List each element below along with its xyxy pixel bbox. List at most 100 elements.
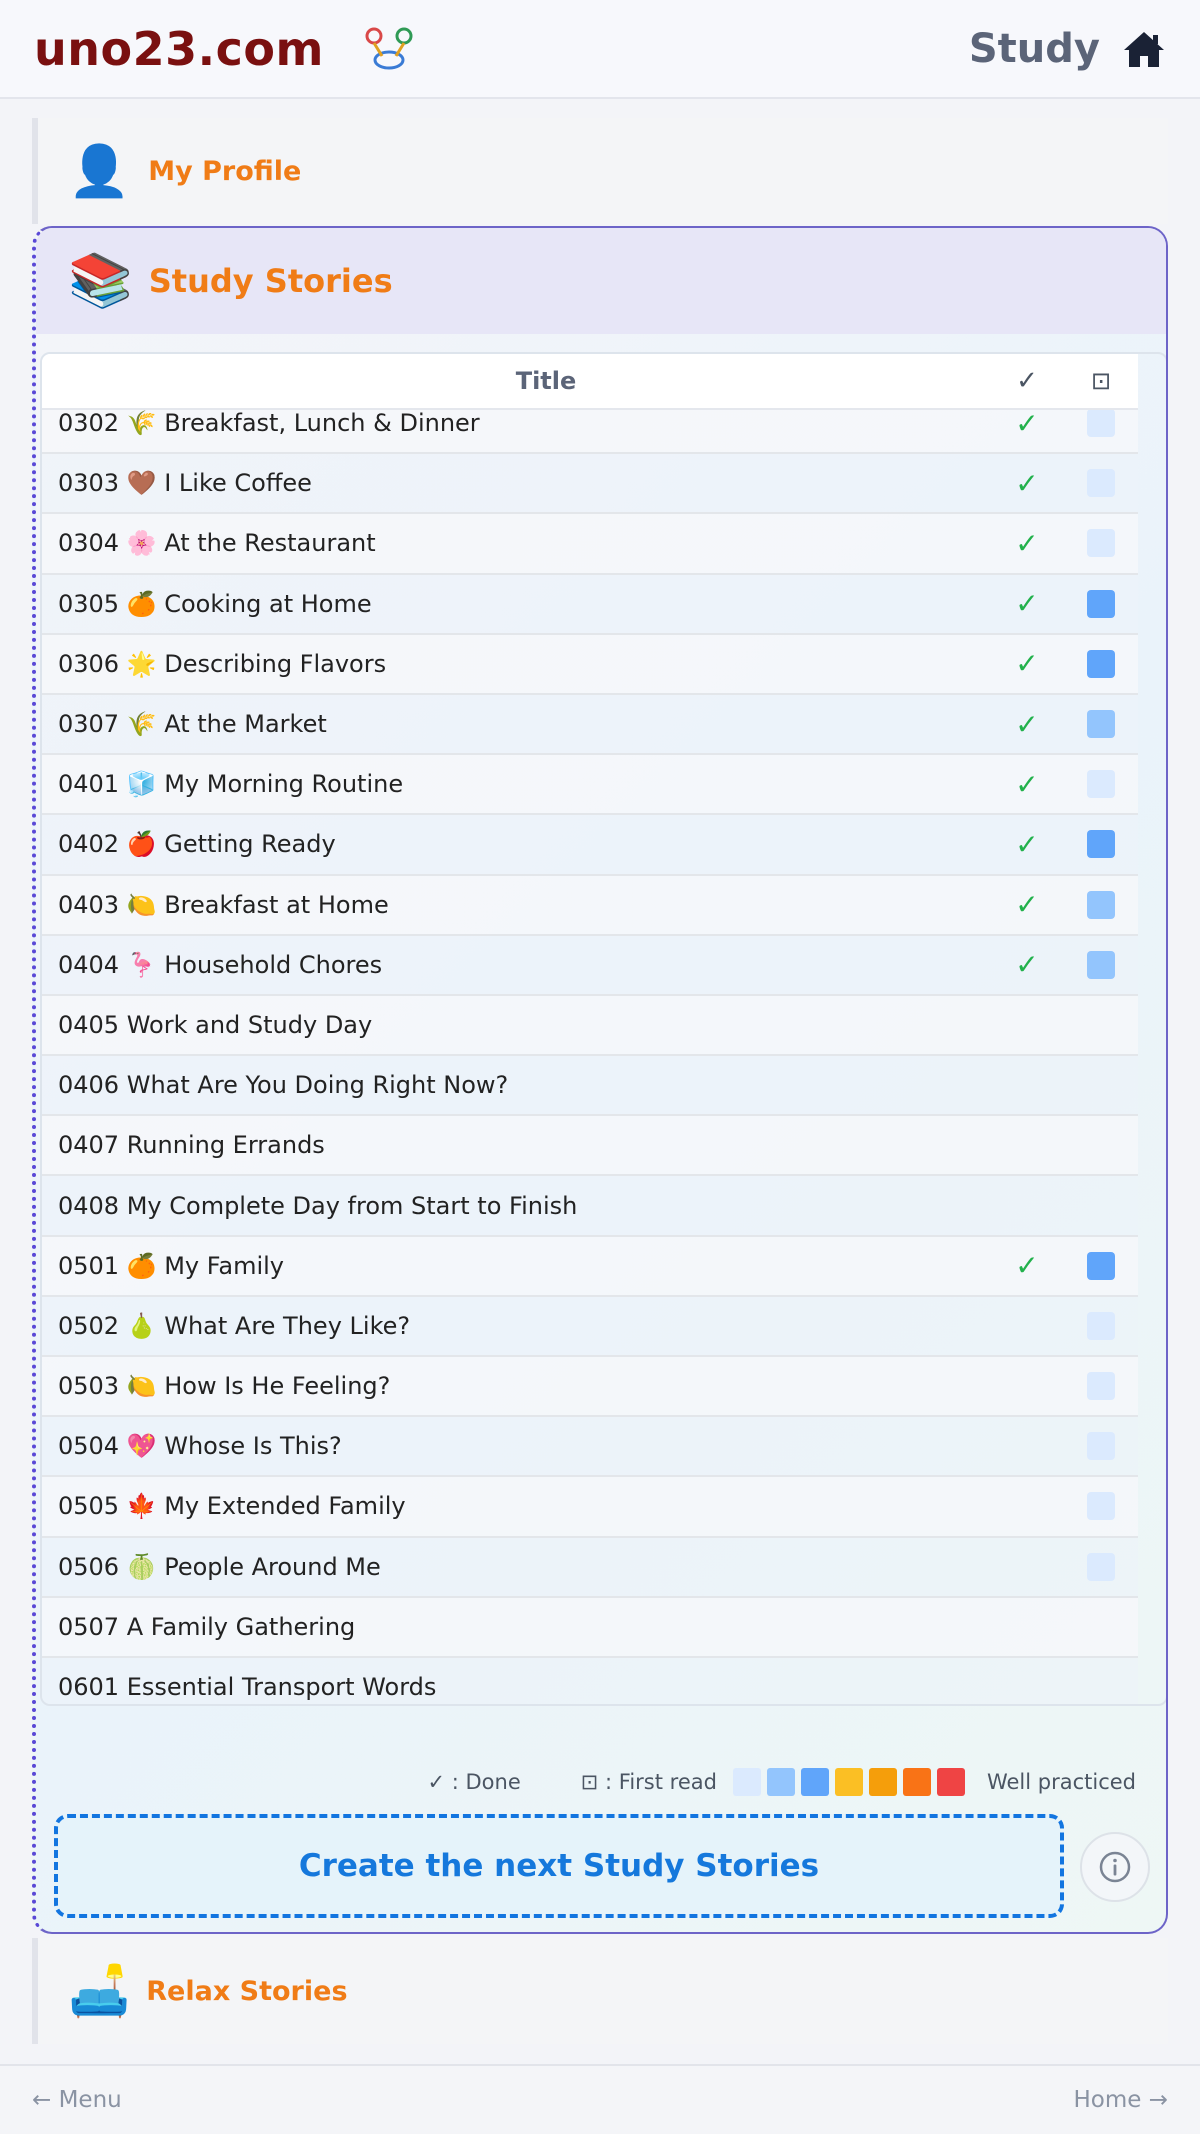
story-title[interactable]: 0405 Work and Study Day bbox=[42, 1011, 990, 1039]
table-row[interactable]: 0502 🍐 What Are They Like? bbox=[42, 1296, 1138, 1357]
first-read-cell bbox=[1064, 410, 1138, 438]
legend-swatch bbox=[732, 1768, 761, 1796]
story-title[interactable]: 0304 🌸 At the Restaurant bbox=[42, 529, 990, 557]
relax-stories-section[interactable]: 🛋️ Relax Stories bbox=[32, 1938, 1168, 2044]
table-row[interactable]: 0407 Running Errands bbox=[42, 1116, 1138, 1177]
home-link[interactable]: Home → bbox=[1073, 2087, 1168, 2113]
story-title[interactable]: 0305 🍊 Cooking at Home bbox=[42, 590, 990, 618]
story-title[interactable]: 0401 🧊 My Morning Routine bbox=[42, 770, 990, 798]
legend-swatch bbox=[766, 1768, 795, 1796]
first-read-cell bbox=[1064, 1311, 1138, 1340]
table-row[interactable]: 0306 🌟 Describing Flavors ✓ bbox=[42, 634, 1138, 695]
nav-title[interactable]: Study bbox=[969, 26, 1100, 72]
profile-section[interactable]: 👤 My Profile bbox=[32, 118, 1168, 224]
story-title[interactable]: 0307 🌾 At the Market bbox=[42, 710, 990, 738]
bottom-bar: ← Menu Home → bbox=[0, 2064, 1200, 2134]
table-body[interactable]: 0302 🌾 Breakfast, Lunch & Dinner ✓ 0303 🤎 … bbox=[42, 410, 1138, 1704]
practice-level-square bbox=[1087, 1492, 1115, 1521]
table-row[interactable]: 0305 🍊 Cooking at Home ✓ bbox=[42, 574, 1138, 635]
column-first-read: ⊡ bbox=[1090, 367, 1112, 395]
story-title[interactable]: 0507 A Family Gathering bbox=[42, 1613, 990, 1641]
first-read-cell bbox=[1064, 1251, 1138, 1280]
table-row[interactable]: 0405 Work and Study Day bbox=[42, 995, 1138, 1057]
table-row[interactable]: 0506 🍈 People Around Me bbox=[42, 1537, 1138, 1598]
table-row[interactable]: 0401 🧊 My Morning Routine ✓ bbox=[42, 755, 1138, 816]
table-row[interactable]: 0307 🌾 At the Market ✓ bbox=[42, 694, 1138, 756]
brand[interactable]: uno23.com bbox=[34, 22, 418, 76]
practice-level-square bbox=[1087, 1552, 1115, 1581]
story-title[interactable]: 0407 Running Errands bbox=[42, 1131, 990, 1159]
table-row[interactable]: 0503 🍋 How Is He Feeling? bbox=[42, 1357, 1138, 1418]
done-check: ✓ bbox=[1015, 647, 1039, 681]
practice-level-square bbox=[1087, 1311, 1115, 1340]
story-title[interactable]: 0404 🦩 Household Chores bbox=[42, 951, 990, 979]
done-check: ✓ bbox=[1015, 1249, 1039, 1283]
story-title[interactable]: 0306 🌟 Describing Flavors bbox=[42, 650, 990, 678]
practice-level-square bbox=[1087, 410, 1115, 438]
first-read-cell bbox=[1064, 890, 1138, 919]
info-icon bbox=[1099, 1851, 1131, 1883]
study-stories-label[interactable]: Study Stories bbox=[149, 262, 393, 300]
practice-level-square bbox=[1087, 1372, 1115, 1401]
legend-first-read: ⊡ : First read bbox=[580, 1770, 717, 1794]
table-header: Title ✓ ⊡ bbox=[42, 354, 1138, 410]
table-row[interactable]: 0501 🍊 My Family ✓ bbox=[42, 1236, 1138, 1297]
story-title[interactable]: 0302 🌾 Breakfast, Lunch & Dinner bbox=[42, 410, 990, 437]
study-stories-header[interactable]: 📚 Study Stories bbox=[36, 228, 1166, 334]
story-title[interactable]: 0505 🍁 My Extended Family bbox=[42, 1492, 990, 1520]
story-title[interactable]: 0601 Essential Transport Words bbox=[42, 1673, 990, 1701]
story-title[interactable]: 0408 My Complete Day from Start to Finis… bbox=[42, 1192, 990, 1220]
story-title[interactable]: 0501 🍊 My Family bbox=[42, 1252, 990, 1280]
table-row[interactable]: 0304 🌸 At the Restaurant ✓ bbox=[42, 514, 1138, 575]
table-rows: 0302 🌾 Breakfast, Lunch & Dinner ✓ 0303 🤎 … bbox=[42, 410, 1138, 1704]
sofa-icon: 🛋️ bbox=[68, 1962, 131, 2020]
relax-stories-label[interactable]: Relax Stories bbox=[146, 1976, 347, 2007]
table-row[interactable]: 0403 🍋 Breakfast at Home ✓ bbox=[42, 875, 1138, 936]
story-title[interactable]: 0303 🤎 I Like Coffee bbox=[42, 469, 990, 497]
nav-study-home[interactable]: Study bbox=[969, 26, 1166, 72]
story-title[interactable]: 0503 🍋 How Is He Feeling? bbox=[42, 1372, 990, 1400]
column-done: ✓ bbox=[1016, 366, 1038, 396]
done-check: ✓ bbox=[1015, 410, 1039, 440]
first-read-cell bbox=[1064, 770, 1138, 799]
done-check: ✓ bbox=[1015, 767, 1039, 801]
story-title[interactable]: 0402 🍎 Getting Ready bbox=[42, 830, 990, 858]
home-icon[interactable] bbox=[1122, 29, 1166, 69]
practice-level-square bbox=[1087, 529, 1115, 558]
table-row[interactable]: 0406 What Are You Doing Right Now? bbox=[42, 1056, 1138, 1117]
brand-name[interactable]: uno23.com bbox=[34, 22, 324, 76]
column-title: Title bbox=[515, 367, 577, 395]
profile-icon: 👤 bbox=[68, 142, 131, 200]
table-row[interactable]: 0303 🤎 I Like Coffee ✓ bbox=[42, 454, 1138, 515]
story-title[interactable]: 0502 🍐 What Are They Like? bbox=[42, 1312, 990, 1340]
create-next-study-stories-button[interactable]: Create the next Study Stories bbox=[54, 1814, 1064, 1918]
story-title[interactable]: 0406 What Are You Doing Right Now? bbox=[42, 1071, 990, 1099]
legend-swatch bbox=[868, 1768, 897, 1796]
table-row[interactable]: 0404 🦩 Household Chores ✓ bbox=[42, 935, 1138, 996]
table-row[interactable]: 0302 🌾 Breakfast, Lunch & Dinner ✓ bbox=[42, 410, 1138, 455]
table-row[interactable]: 0507 A Family Gathering bbox=[42, 1597, 1138, 1658]
story-title[interactable]: 0506 🍈 People Around Me bbox=[42, 1553, 990, 1581]
table-row[interactable]: 0504 💖 Whose Is This? bbox=[42, 1417, 1138, 1478]
top-bar: uno23.com Study bbox=[0, 0, 1200, 99]
first-read-cell bbox=[1064, 830, 1138, 859]
done-check: ✓ bbox=[1015, 888, 1039, 922]
practice-level-square bbox=[1087, 710, 1115, 739]
table-row[interactable]: 0601 Essential Transport Words bbox=[42, 1657, 1138, 1704]
practice-level-square bbox=[1087, 830, 1115, 859]
first-read-cell bbox=[1064, 649, 1138, 678]
brand-logo-icon bbox=[365, 27, 413, 69]
stories-table[interactable]: Title ✓ ⊡ 0302 🌾 Breakfast, Lunch & Dinn… bbox=[40, 352, 1166, 1706]
practice-level-square bbox=[1087, 649, 1115, 678]
profile-label[interactable]: My Profile bbox=[148, 156, 301, 187]
menu-link[interactable]: ← Menu bbox=[32, 2087, 122, 2113]
info-button[interactable] bbox=[1080, 1832, 1150, 1902]
story-title[interactable]: 0504 💖 Whose Is This? bbox=[42, 1432, 990, 1460]
first-read-cell bbox=[1064, 1432, 1138, 1461]
story-title[interactable]: 0403 🍋 Breakfast at Home bbox=[42, 891, 990, 919]
table-row[interactable]: 0402 🍎 Getting Ready ✓ bbox=[42, 815, 1138, 876]
table-row[interactable]: 0505 🍁 My Extended Family bbox=[42, 1477, 1138, 1538]
table-row[interactable]: 0408 My Complete Day from Start to Finis… bbox=[42, 1176, 1138, 1237]
first-read-cell bbox=[1064, 710, 1138, 739]
practice-level-square bbox=[1087, 950, 1115, 979]
